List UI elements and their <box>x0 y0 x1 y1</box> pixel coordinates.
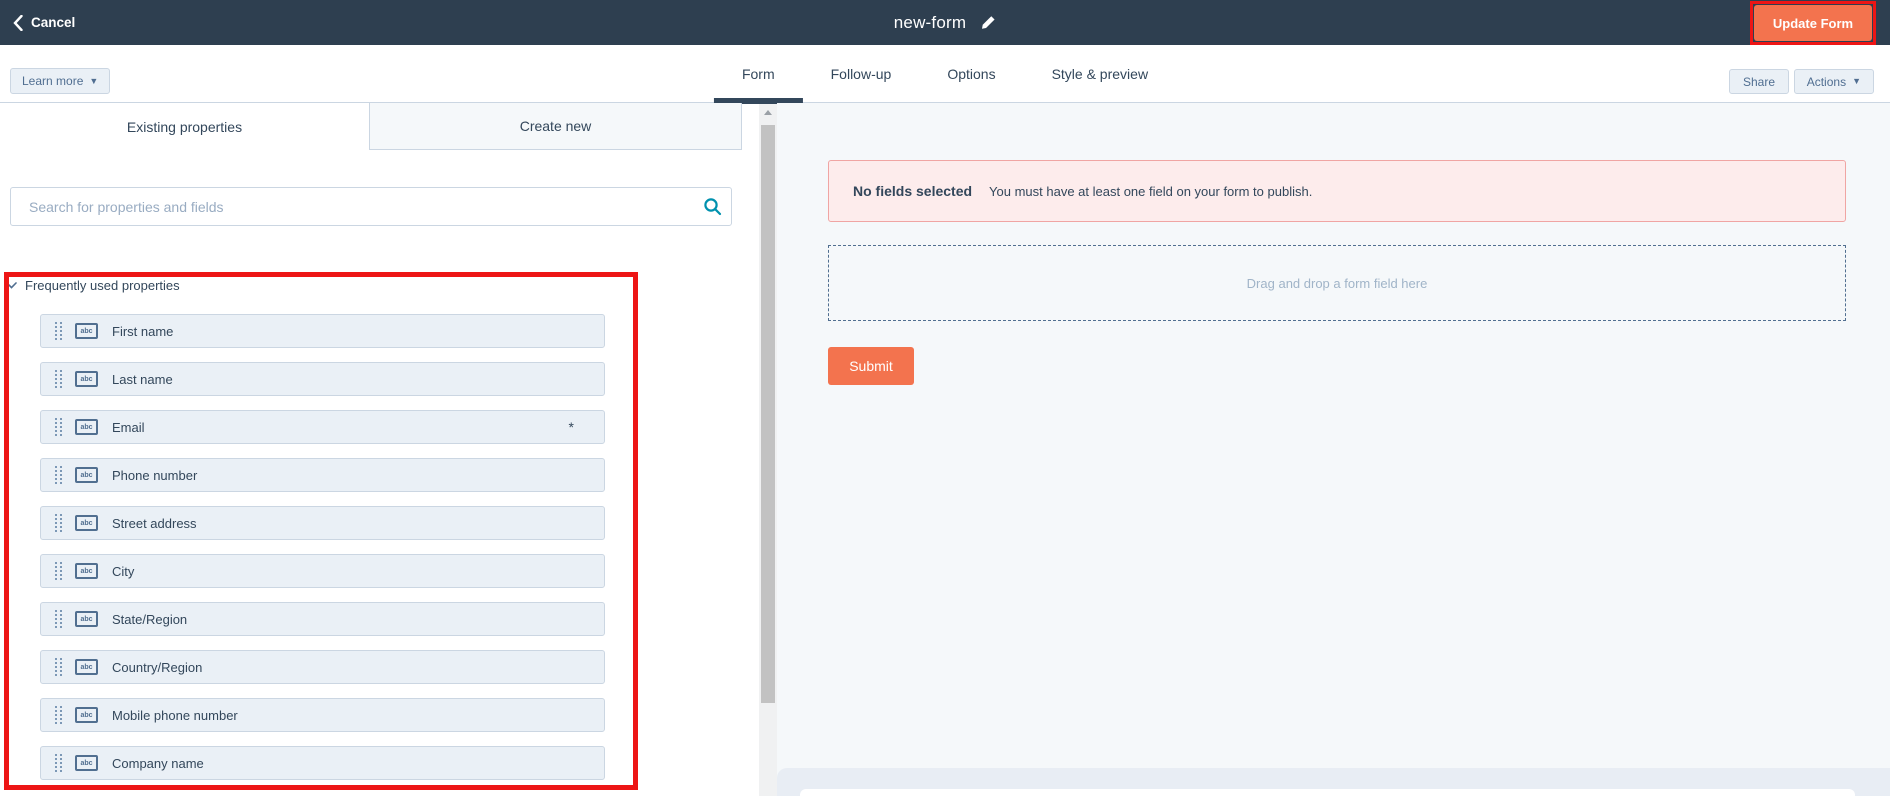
chevron-down-icon <box>6 282 17 289</box>
cancel-button[interactable]: Cancel <box>13 0 75 45</box>
single-line-text-icon: abc <box>75 563 98 579</box>
alert-title: No fields selected <box>853 183 972 199</box>
tab-create-new-label: Create new <box>520 118 592 134</box>
search-icon[interactable] <box>693 197 731 216</box>
property-search-input[interactable] <box>11 199 693 215</box>
property-row-phone-number[interactable]: abc Phone number <box>40 458 605 492</box>
property-label: State/Region <box>112 612 187 627</box>
single-line-text-icon: abc <box>75 707 98 723</box>
tab-style-preview[interactable]: Style & preview <box>1024 45 1176 103</box>
toolbar: Learn more ▼ Form Follow-up Options Styl… <box>0 45 1890 103</box>
form-field-dropzone[interactable]: Drag and drop a form field here <box>828 245 1846 321</box>
section-title: Frequently used properties <box>25 278 180 293</box>
property-label: Mobile phone number <box>112 708 238 723</box>
tab-options-label: Options <box>947 66 995 82</box>
left-panel-tab-bar: Existing properties Create new <box>0 103 742 150</box>
single-line-text-icon: abc <box>75 659 98 675</box>
tab-form-label: Form <box>742 66 775 82</box>
drag-handle-icon[interactable] <box>55 706 62 725</box>
property-list: abc First name abc Last name <box>40 314 605 794</box>
property-label: Country/Region <box>112 660 202 675</box>
property-row-email[interactable]: abc Email * <box>40 410 605 444</box>
drag-handle-icon[interactable] <box>55 754 62 773</box>
drag-handle-icon[interactable] <box>55 514 62 533</box>
actions-button[interactable]: Actions ▼ <box>1794 69 1874 94</box>
no-fields-alert: No fields selected You must have at leas… <box>828 160 1846 222</box>
form-builder-window: Cancel new-form Update Form Learn more ▼… <box>0 0 1890 796</box>
drag-handle-icon[interactable] <box>55 610 62 629</box>
scrollbar-thumb[interactable] <box>761 125 775 703</box>
tab-existing-properties-label: Existing properties <box>127 119 242 135</box>
drag-handle-icon[interactable] <box>55 370 62 389</box>
property-label: Phone number <box>112 468 197 483</box>
single-line-text-icon: abc <box>75 515 98 531</box>
property-row-state-region[interactable]: abc State/Region <box>40 602 605 636</box>
property-row-mobile-phone-number[interactable]: abc Mobile phone number <box>40 698 605 732</box>
tab-create-new[interactable]: Create new <box>369 103 742 150</box>
property-row-company-name[interactable]: abc Company name <box>40 746 605 780</box>
top-bar: Cancel new-form Update Form <box>0 0 1890 45</box>
share-label: Share <box>1743 75 1775 89</box>
alert-message: You must have at least one field on your… <box>989 184 1312 199</box>
submit-button[interactable]: Submit <box>828 347 914 385</box>
form-title: new-form <box>894 13 966 33</box>
cancel-label: Cancel <box>31 15 75 30</box>
learn-more-button[interactable]: Learn more ▼ <box>10 68 110 94</box>
single-line-text-icon: abc <box>75 419 98 435</box>
form-title-wrap: new-form <box>894 0 996 45</box>
drag-handle-icon[interactable] <box>55 322 62 341</box>
chevron-left-icon <box>13 15 23 31</box>
edit-pencil-icon[interactable] <box>981 15 996 30</box>
single-line-text-icon: abc <box>75 323 98 339</box>
single-line-text-icon: abc <box>75 371 98 387</box>
property-label: Company name <box>112 756 204 771</box>
single-line-text-icon: abc <box>75 467 98 483</box>
property-row-city[interactable]: abc City <box>40 554 605 588</box>
property-row-first-name[interactable]: abc First name <box>40 314 605 348</box>
property-row-last-name[interactable]: abc Last name <box>40 362 605 396</box>
single-line-text-icon: abc <box>75 611 98 627</box>
tab-form[interactable]: Form <box>714 45 803 103</box>
tab-style-preview-label: Style & preview <box>1052 66 1148 82</box>
dropzone-text: Drag and drop a form field here <box>1247 276 1428 291</box>
tab-follow-up-label: Follow-up <box>831 66 892 82</box>
tab-existing-properties[interactable]: Existing properties <box>0 103 369 150</box>
property-row-street-address[interactable]: abc Street address <box>40 506 605 540</box>
frequently-used-section-header[interactable]: Frequently used properties <box>6 278 180 293</box>
bottom-card-edge <box>800 789 1855 796</box>
update-form-button[interactable]: Update Form <box>1754 5 1872 41</box>
property-label: First name <box>112 324 173 339</box>
share-button[interactable]: Share <box>1729 69 1789 94</box>
drag-handle-icon[interactable] <box>55 658 62 677</box>
property-label: Last name <box>112 372 173 387</box>
drag-handle-icon[interactable] <box>55 466 62 485</box>
tab-follow-up[interactable]: Follow-up <box>803 45 920 103</box>
property-search-box <box>10 187 732 226</box>
required-marker: * <box>569 419 574 435</box>
tab-options[interactable]: Options <box>919 45 1023 103</box>
learn-more-label: Learn more <box>22 74 83 88</box>
update-form-highlight-box: Update Form <box>1750 1 1876 45</box>
property-label: City <box>112 564 134 579</box>
caret-down-icon: ▼ <box>1852 77 1861 86</box>
actions-label: Actions <box>1807 75 1846 89</box>
single-line-text-icon: abc <box>75 755 98 771</box>
drag-handle-icon[interactable] <box>55 418 62 437</box>
property-label: Email <box>112 420 145 435</box>
main-tab-bar: Form Follow-up Options Style & preview <box>714 45 1176 103</box>
property-row-country-region[interactable]: abc Country/Region <box>40 650 605 684</box>
scrollbar-up-arrow[interactable] <box>759 104 777 121</box>
caret-down-icon: ▼ <box>89 77 98 86</box>
property-label: Street address <box>112 516 197 531</box>
form-preview-panel: No fields selected You must have at leas… <box>777 103 1890 796</box>
drag-handle-icon[interactable] <box>55 562 62 581</box>
